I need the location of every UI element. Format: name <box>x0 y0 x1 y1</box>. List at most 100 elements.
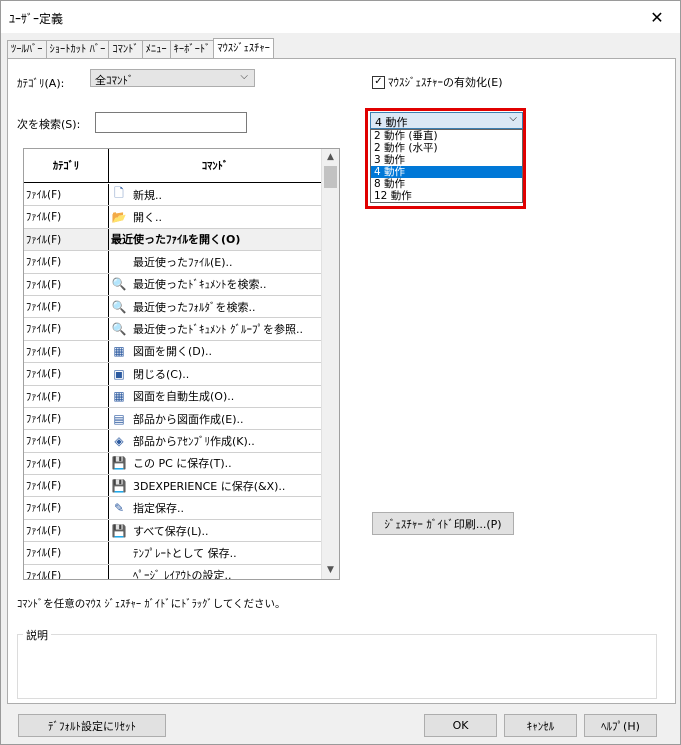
cell-command[interactable]: 💾 この PC に保存(T).. <box>109 453 322 474</box>
column-header-category[interactable]: ｶﾃｺﾞﾘ <box>24 149 109 182</box>
tab-strip: ﾂｰﾙﾊﾞｰ ｼｮｰﾄｶｯﾄ ﾊﾞｰ ｺﾏﾝﾄﾞ ﾒﾆｭｰ ｷｰﾎﾞｰﾄﾞ ﾏｳ… <box>7 38 274 58</box>
scroll-thumb[interactable] <box>324 166 337 188</box>
cell-category: ﾌｧｲﾙ(F) <box>24 519 109 542</box>
gesture-count-dropdown[interactable]: 4 動作 ⌵ <box>370 112 523 129</box>
table-row[interactable]: ﾌｧｲﾙ(F) ▤ 部品から図面作成(E).. <box>24 407 322 431</box>
save-all-icon: 💾 <box>111 523 127 538</box>
open-file-icon: 📂 <box>111 210 127 225</box>
recent-folder-search-icon: 🔍 <box>111 299 127 314</box>
gesture-count-option[interactable]: 4 動作 <box>371 166 522 178</box>
command-label: 部品から図面作成(E).. <box>133 412 244 426</box>
chevron-down-icon: ⌵ <box>509 113 517 124</box>
cell-command[interactable]: ﾃﾝﾌﾟﾚｰﾄとして 保存.. <box>109 542 322 563</box>
table-row[interactable]: ﾌｧｲﾙ(F) 最近使ったﾌｧｲﾙ(E).. <box>24 251 322 274</box>
cell-command[interactable]: ▤ 部品から図面作成(E).. <box>109 408 322 429</box>
ok-button[interactable]: OK <box>424 714 497 737</box>
cell-command[interactable]: ▦ 図面を自動生成(O).. <box>109 386 322 407</box>
command-label: 図面を自動生成(O).. <box>133 390 235 404</box>
description-box <box>17 634 657 699</box>
column-header-command[interactable]: ｺﾏﾝﾄﾞ <box>109 149 322 182</box>
search-input[interactable] <box>95 112 247 133</box>
help-button[interactable]: ﾍﾙﾌﾟ(H) <box>584 714 657 737</box>
gesture-count-option[interactable]: 12 動作 <box>371 190 522 202</box>
table-row[interactable]: ﾌｧｲﾙ(F) 💾 この PC に保存(T).. <box>24 452 322 476</box>
cell-command[interactable]: 💾 3DEXPERIENCE に保存(&X).. <box>109 475 322 496</box>
print-gesture-guide-button[interactable]: ｼﾞｪｽﾁｬｰ ｶﾞｲﾄﾞ印刷...(P) <box>372 512 514 535</box>
cell-command[interactable]: 最近使ったﾌｧｲﾙを開く(O) <box>109 229 322 250</box>
enable-gestures-checkbox[interactable]: ✓ ﾏｳｽｼﾞｪｽﾁｬｰの有効化(E) <box>372 74 503 90</box>
command-label: ﾃﾝﾌﾟﾚｰﾄとして 保存.. <box>133 546 237 560</box>
tab-keyboard[interactable]: ｷｰﾎﾞｰﾄﾞ <box>169 40 215 58</box>
table-row[interactable]: ﾌｧｲﾙ(F) 💾 すべて保存(L).. <box>24 519 322 543</box>
command-label: 図面を開く(D).. <box>133 345 213 359</box>
command-table: ｶﾃｺﾞﾘ ｺﾏﾝﾄﾞ ﾌｧｲﾙ(F) 🗋 新規.. ﾌｧｲﾙ(F) 📂 開く.. ﾌｧｲﾙ… <box>23 148 340 580</box>
cell-command[interactable]: ▦ 図面を開く(D).. <box>109 341 322 362</box>
cell-category: ﾌｧｲﾙ(F) <box>24 228 109 251</box>
new-file-icon: 🗋 <box>114 186 124 201</box>
table-row[interactable]: ﾌｧｲﾙ(F) ✎ 指定保存.. <box>24 497 322 520</box>
cell-category: ﾌｧｲﾙ(F) <box>24 475 109 497</box>
cell-command[interactable]: ﾍﾟｰｼﾞ ﾚｲｱｳﾄの設定.. <box>109 565 322 579</box>
gesture-count-option[interactable]: 2 動作 (水平) <box>371 142 522 154</box>
tab-toolbars[interactable]: ﾂｰﾙﾊﾞｰ <box>7 40 47 58</box>
command-label: 最近使ったﾌｧｲﾙ(E).. <box>133 255 233 269</box>
tab-commands[interactable]: ｺﾏﾝﾄﾞ <box>108 40 143 58</box>
cell-command[interactable]: 🔍 最近使ったﾄﾞｷｭﾒﾝﾄを検索.. <box>109 274 322 295</box>
close-icon[interactable]: ✕ <box>634 1 680 33</box>
table-row[interactable]: ﾌｧｲﾙ(F) 💾 3DEXPERIENCE に保存(&X).. <box>24 475 322 498</box>
gesture-count-option[interactable]: 3 動作 <box>371 154 522 166</box>
cell-command[interactable]: 🗋 新規.. <box>109 184 322 205</box>
table-row[interactable]: ﾌｧｲﾙ(F) ◈ 部品からｱｾﾝﾌﾞﾘ作成(K).. <box>24 430 322 453</box>
reset-defaults-button[interactable]: ﾃﾞﾌｫﾙﾄ設定にﾘｾｯﾄ <box>18 714 166 737</box>
table-row[interactable]: ﾌｧｲﾙ(F) 最近使ったﾌｧｲﾙを開く(O) <box>24 228 322 252</box>
command-label: この PC に保存(T).. <box>133 457 232 471</box>
cell-command[interactable]: 📂 開く.. <box>109 206 322 227</box>
cell-category: ﾌｧｲﾙ(F) <box>24 318 109 340</box>
description-label: 説明 <box>23 627 51 643</box>
tab-shortcut-bar[interactable]: ｼｮｰﾄｶｯﾄ ﾊﾞｰ <box>45 40 110 58</box>
drag-hint: ｺﾏﾝﾄﾞを任意のﾏｳｽ ｼﾞｪｽﾁｬｰ ｶﾞｲﾄﾞにﾄﾞﾗｯｸﾞしてください。 <box>17 598 286 610</box>
checkmark-icon[interactable]: ✓ <box>372 75 385 89</box>
scroll-up-icon[interactable]: ▲ <box>322 149 339 166</box>
table-row[interactable]: ﾌｧｲﾙ(F) ﾍﾟｰｼﾞ ﾚｲｱｳﾄの設定.. <box>24 564 322 579</box>
cell-category: ﾌｧｲﾙ(F) <box>24 497 109 519</box>
scroll-down-icon[interactable]: ▼ <box>322 562 339 579</box>
chevron-down-icon: ⌵ <box>240 71 248 82</box>
cell-category: ﾌｧｲﾙ(F) <box>24 206 109 228</box>
cell-category: ﾌｧｲﾙ(F) <box>24 340 109 363</box>
cancel-button[interactable]: ｷｬﾝｾﾙ <box>504 714 577 737</box>
search-label: 次を検索(S): <box>17 118 81 131</box>
gesture-count-option[interactable]: 2 動作 (垂直) <box>371 130 522 142</box>
cell-command[interactable]: ✎ 指定保存.. <box>109 497 322 518</box>
table-row[interactable]: ﾌｧｲﾙ(F) 🗋 新規.. <box>24 184 322 207</box>
table-row[interactable]: ﾌｧｲﾙ(F) 🔍 最近使ったﾄﾞｷｭﾒﾝﾄ ｸﾞﾙｰﾌﾟを参照.. <box>24 318 322 341</box>
table-row[interactable]: ﾌｧｲﾙ(F) ▦ 図面を開く(D).. <box>24 340 322 364</box>
cell-category: ﾌｧｲﾙ(F) <box>24 385 109 407</box>
table-row[interactable]: ﾌｧｲﾙ(F) ﾃﾝﾌﾟﾚｰﾄとして 保存.. <box>24 542 322 565</box>
cell-command[interactable]: 🔍 最近使ったﾌｫﾙﾀﾞを検索.. <box>109 296 322 317</box>
cell-command[interactable]: 🔍 最近使ったﾄﾞｷｭﾒﾝﾄ ｸﾞﾙｰﾌﾟを参照.. <box>109 318 322 339</box>
cell-category: ﾌｧｲﾙ(F) <box>24 564 109 579</box>
cell-category: ﾌｧｲﾙ(F) <box>24 542 109 564</box>
cell-command[interactable]: 💾 すべて保存(L).. <box>109 520 322 541</box>
save-3dexperience-icon: 💾 <box>111 478 127 493</box>
command-label: 最近使ったﾌｧｲﾙを開く(O) <box>111 233 241 247</box>
cell-command[interactable]: ▣ 閉じる(C).. <box>109 363 322 384</box>
cell-category: ﾌｧｲﾙ(F) <box>24 452 109 475</box>
window-title: ﾕｰｻﾞｰ定義 <box>9 12 64 26</box>
table-row[interactable]: ﾌｧｲﾙ(F) 📂 開く.. <box>24 206 322 229</box>
table-row[interactable]: ﾌｧｲﾙ(F) 🔍 最近使ったﾌｫﾙﾀﾞを検索.. <box>24 295 322 319</box>
table-row[interactable]: ﾌｧｲﾙ(F) ▣ 閉じる(C).. <box>24 363 322 386</box>
save-as-icon: ✎ <box>113 501 125 516</box>
cell-category: ﾌｧｲﾙ(F) <box>24 407 109 430</box>
gesture-count-option[interactable]: 8 動作 <box>371 178 522 190</box>
cell-command[interactable]: 最近使ったﾌｧｲﾙ(E).. <box>109 251 322 272</box>
category-dropdown[interactable]: 全ｺﾏﾝﾄﾞ ⌵ <box>90 69 255 87</box>
table-row[interactable]: ﾌｧｲﾙ(F) ▦ 図面を自動生成(O).. <box>24 385 322 408</box>
tab-menus[interactable]: ﾒﾆｭｰ <box>141 40 171 58</box>
command-label: 閉じる(C).. <box>133 367 190 381</box>
vertical-scrollbar[interactable]: ▲ ▼ <box>321 149 339 579</box>
table-row[interactable]: ﾌｧｲﾙ(F) 🔍 最近使ったﾄﾞｷｭﾒﾝﾄを検索.. <box>24 273 322 296</box>
cell-command[interactable]: ◈ 部品からｱｾﾝﾌﾞﾘ作成(K).. <box>109 430 322 451</box>
tab-mouse-gestures[interactable]: ﾏｳｽｼﾞｪｽﾁｬｰ <box>213 38 274 58</box>
